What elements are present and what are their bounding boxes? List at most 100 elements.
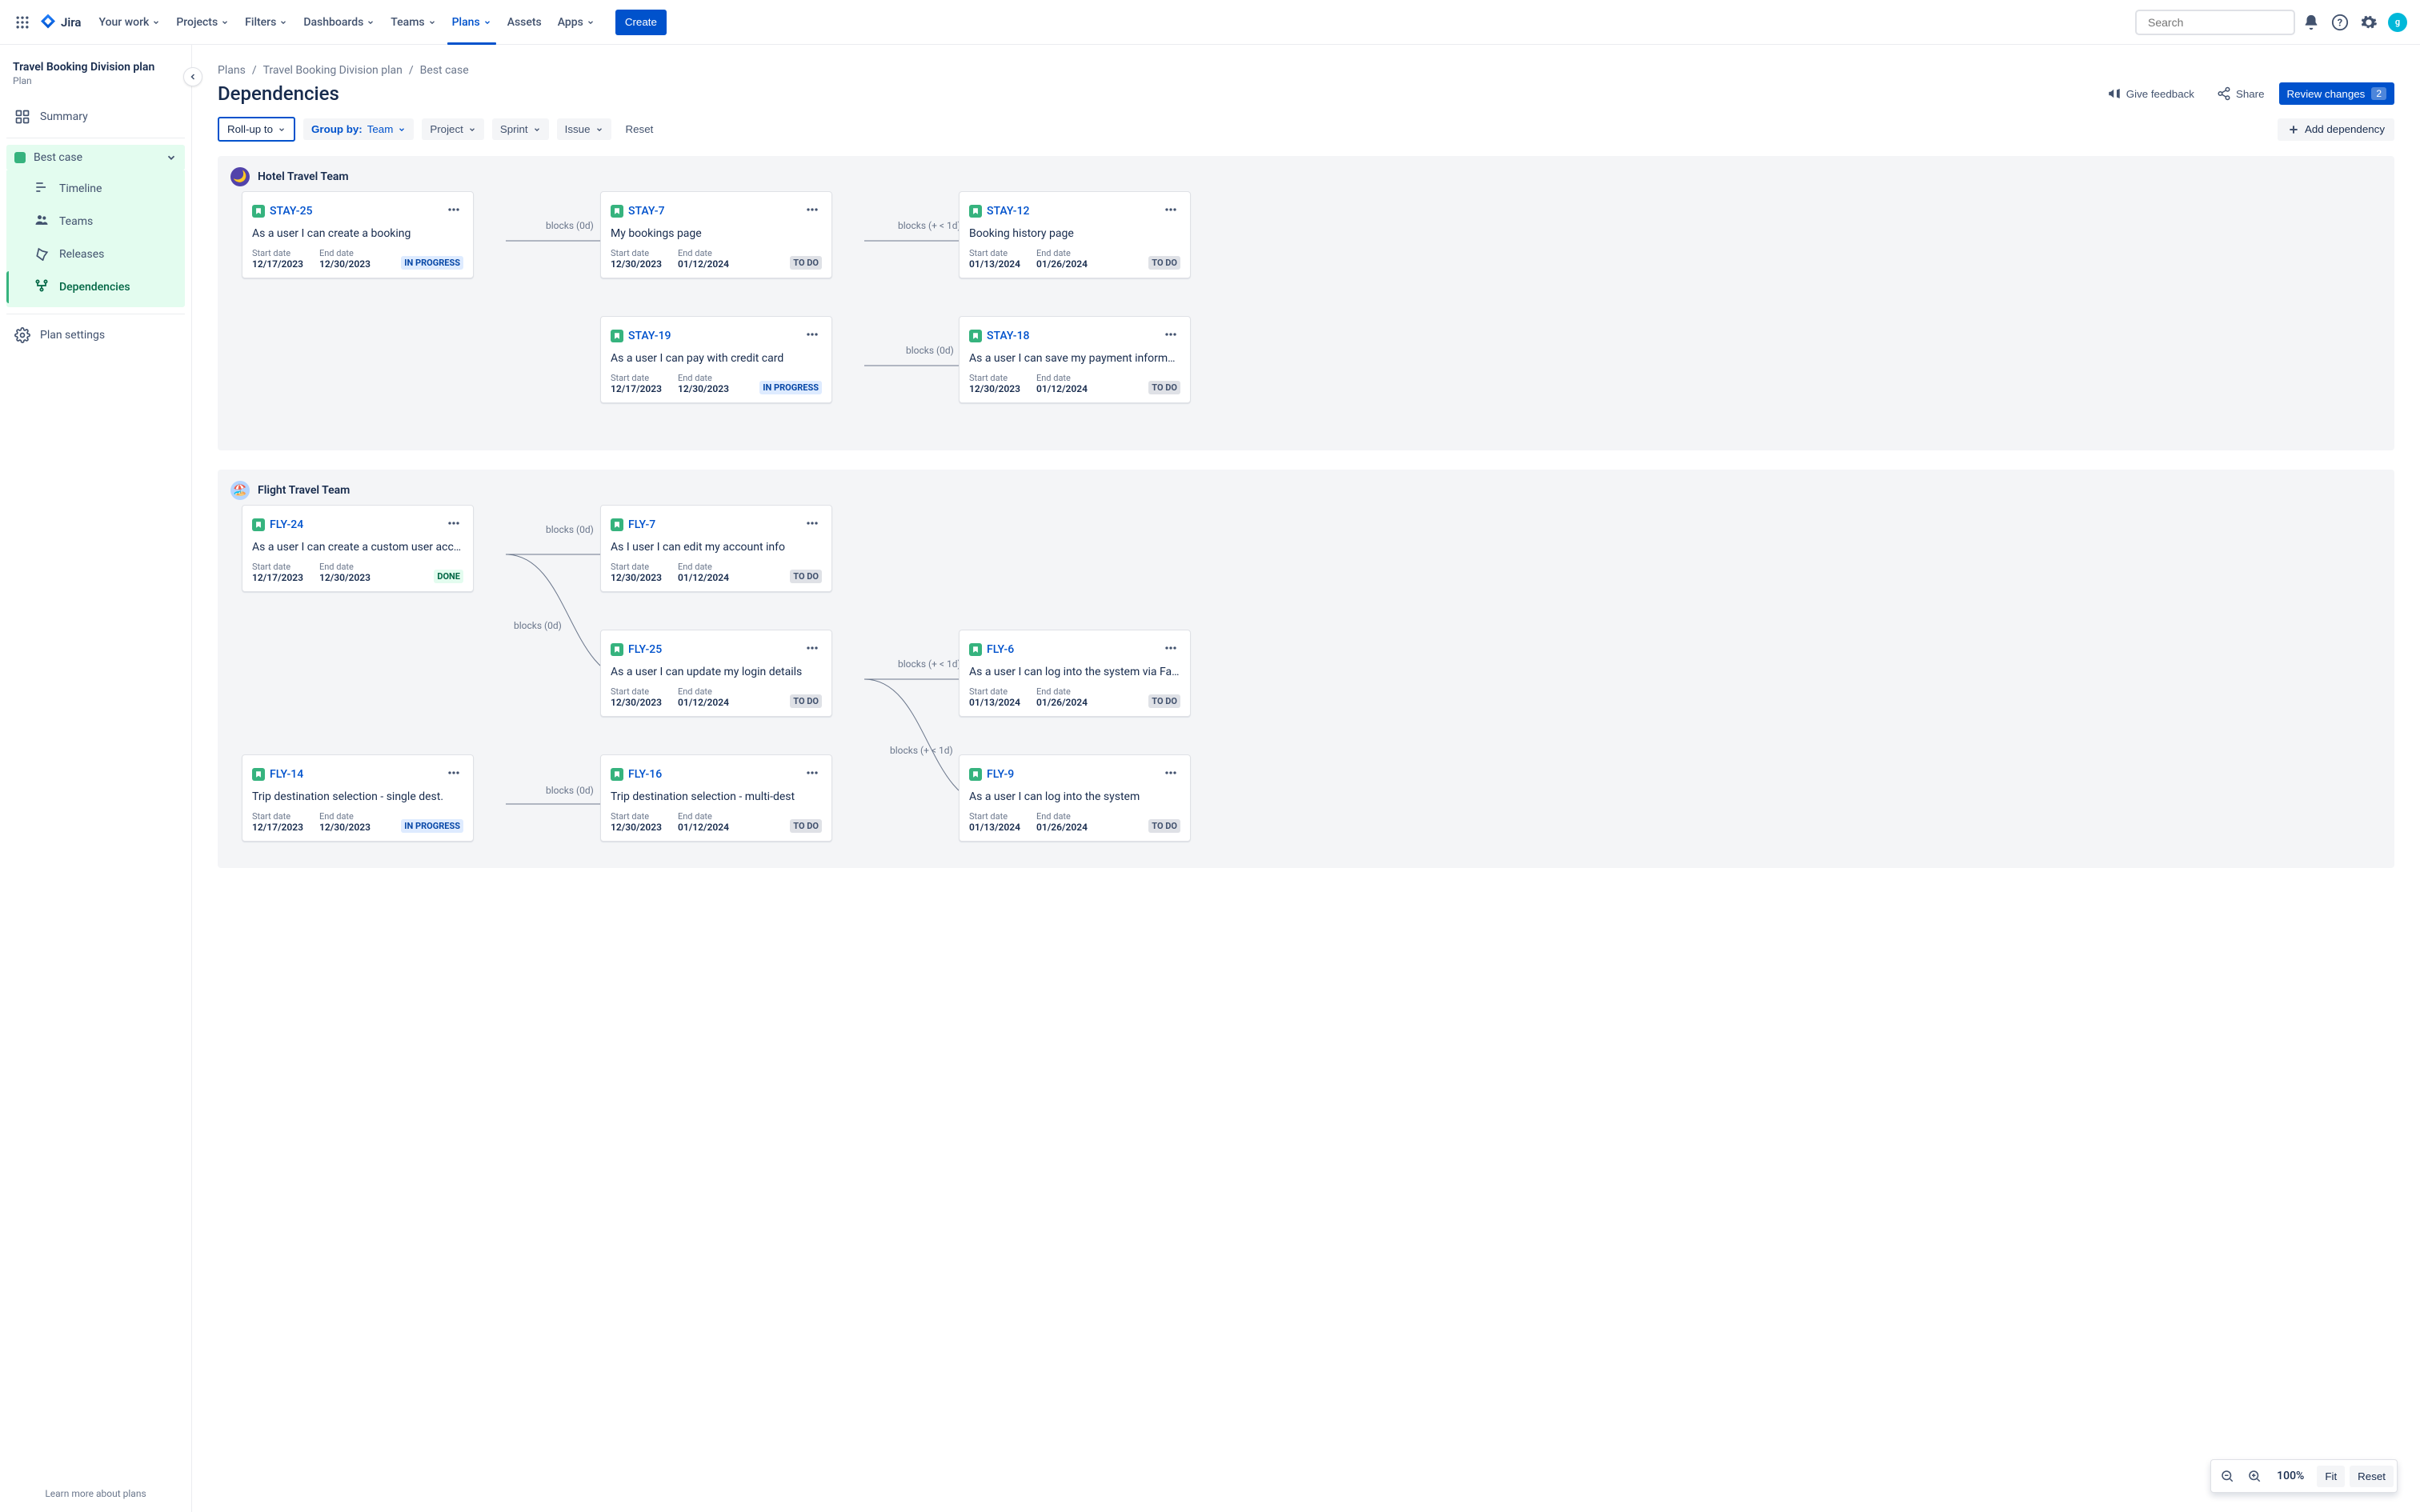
issue-card[interactable]: STAY-18As a user I can save my payment i… — [959, 316, 1191, 403]
issue-card[interactable]: FLY-14Trip destination selection - singl… — [242, 754, 474, 842]
card-menu-button[interactable] — [803, 638, 822, 661]
user-avatar[interactable]: g — [2385, 10, 2410, 35]
group-by-filter[interactable]: Group by: Team — [303, 118, 414, 140]
card-menu-button[interactable] — [1161, 200, 1180, 222]
nav-item-teams[interactable]: Teams — [384, 10, 442, 35]
app-switcher-icon[interactable] — [10, 10, 35, 35]
end-date-label: End date — [678, 562, 729, 572]
end-date-value: 01/12/2024 — [678, 822, 729, 833]
breadcrumb-link[interactable]: Best case — [420, 64, 469, 77]
issue-key-link[interactable]: FLY-6 — [987, 643, 1014, 656]
share-button[interactable]: Share — [2209, 82, 2273, 106]
review-changes-button[interactable]: Review changes 2 — [2279, 82, 2394, 105]
sidebar-collapse-button[interactable] — [183, 67, 202, 86]
nav-item-your-work[interactable]: Your work — [92, 10, 166, 35]
issue-card[interactable]: STAY-19As a user I can pay with credit c… — [600, 316, 832, 403]
issue-key-link[interactable]: STAY-25 — [270, 205, 312, 218]
issue-card[interactable]: FLY-16 Trip destination selection - multi… — [600, 754, 832, 842]
breadcrumb-link[interactable]: Plans — [218, 64, 246, 77]
rollup-filter[interactable]: Roll-up to — [218, 117, 295, 142]
story-icon — [969, 643, 982, 656]
more-icon — [1163, 765, 1179, 781]
issue-card[interactable]: STAY-25As a user I can create a bookingS… — [242, 191, 474, 278]
review-count-badge: 2 — [2371, 87, 2386, 100]
sidebar-item-summary[interactable]: Summary — [6, 102, 185, 131]
sidebar-scenario-header[interactable]: Best case — [6, 145, 185, 170]
issue-filter[interactable]: Issue — [557, 118, 611, 140]
issue-key-link[interactable]: FLY-16 — [628, 768, 662, 781]
create-button[interactable]: Create — [615, 10, 667, 35]
issue-card[interactable]: FLY-25 As a user I can update my login de… — [600, 630, 832, 717]
nav-item-dashboards[interactable]: Dashboards — [297, 10, 381, 35]
nav-item-filters[interactable]: Filters — [238, 10, 294, 35]
more-icon — [804, 326, 820, 342]
issue-card[interactable]: FLY-7As I user I can edit my account inf… — [600, 505, 832, 592]
issue-key-link[interactable]: FLY-7 — [628, 518, 655, 531]
issue-card[interactable]: STAY-12Booking history pageStart date01/… — [959, 191, 1191, 278]
card-menu-button[interactable] — [1161, 763, 1180, 786]
issue-card[interactable]: FLY-24As a user I can create a custom us… — [242, 505, 474, 592]
nav-item-apps[interactable]: Apps — [551, 10, 601, 35]
start-date-value: 01/13/2024 — [969, 258, 1020, 270]
status-badge: IN PROGRESS — [759, 381, 822, 394]
sidebar-item-plan-settings[interactable]: Plan settings — [6, 321, 185, 350]
chevron-down-icon — [483, 18, 491, 26]
dependencies-canvas[interactable]: 🌙Hotel Travel Teamblocks (0d)blocks (+ <… — [218, 156, 2394, 1512]
search-box[interactable] — [2135, 10, 2295, 35]
card-menu-button[interactable] — [803, 200, 822, 222]
card-menu-button[interactable] — [444, 763, 463, 786]
start-date-value: 12/30/2023 — [611, 258, 662, 270]
card-menu-button[interactable] — [444, 200, 463, 222]
issue-card[interactable]: STAY-7My bookings pageStart date12/30/20… — [600, 191, 832, 278]
team-name: Hotel Travel Team — [258, 170, 349, 183]
issue-summary: Trip destination selection - multi-dest — [611, 790, 822, 803]
card-menu-button[interactable] — [803, 325, 822, 347]
page-title: Dependencies — [218, 82, 339, 105]
zoom-fit-button[interactable]: Fit — [2317, 1466, 2345, 1487]
releases-icon — [34, 245, 50, 264]
card-menu-button[interactable] — [1161, 325, 1180, 347]
notifications-icon[interactable] — [2298, 10, 2324, 35]
card-menu-button[interactable] — [1161, 638, 1180, 661]
reset-filters-button[interactable]: Reset — [619, 118, 660, 140]
add-dependency-button[interactable]: Add dependency — [2278, 118, 2394, 141]
sidebar-item-releases[interactable]: Releases — [6, 238, 185, 270]
logo-text: Jira — [61, 15, 81, 30]
help-icon[interactable]: ? — [2327, 10, 2353, 35]
sidebar-item-timeline[interactable]: Timeline — [6, 173, 185, 205]
sidebar-footer-link[interactable]: Learn more about plans — [0, 1488, 191, 1499]
project-filter[interactable]: Project — [422, 118, 483, 140]
sidebar-item-teams[interactable]: Teams — [6, 206, 185, 238]
issue-key-link[interactable]: FLY-25 — [628, 643, 662, 656]
card-menu-button[interactable] — [803, 514, 822, 536]
issue-key-link[interactable]: STAY-7 — [628, 205, 665, 218]
give-feedback-button[interactable]: Give feedback — [2099, 82, 2202, 106]
zoom-in-button[interactable] — [2242, 1463, 2267, 1489]
issue-key-link[interactable]: FLY-9 — [987, 768, 1014, 781]
issue-card[interactable]: FLY-9As a user I can log into the system… — [959, 754, 1191, 842]
sidebar-item-dependencies[interactable]: Dependencies — [6, 271, 185, 303]
search-input[interactable] — [2148, 16, 2293, 29]
end-date-label: End date — [678, 248, 729, 258]
nav-item-plans[interactable]: Plans — [446, 10, 498, 35]
card-menu-button[interactable] — [803, 763, 822, 786]
sprint-filter[interactable]: Sprint — [492, 118, 549, 140]
card-menu-button[interactable] — [444, 514, 463, 536]
issue-key-link[interactable]: STAY-19 — [628, 330, 671, 342]
issue-key-link[interactable]: STAY-18 — [987, 330, 1029, 342]
chevron-down-icon — [152, 18, 160, 26]
issue-key-link[interactable]: FLY-14 — [270, 768, 303, 781]
zoom-out-button[interactable] — [2214, 1463, 2240, 1489]
issue-key-link[interactable]: STAY-12 — [987, 205, 1029, 218]
settings-icon[interactable] — [2356, 10, 2382, 35]
nav-item-projects[interactable]: Projects — [170, 10, 235, 35]
breadcrumb-link[interactable]: Travel Booking Division plan — [263, 64, 403, 77]
issue-key-link[interactable]: FLY-24 — [270, 518, 303, 531]
dependencies-icon — [34, 278, 50, 297]
jira-logo[interactable]: Jira — [38, 13, 81, 32]
zoom-reset-button[interactable]: Reset — [2350, 1466, 2394, 1487]
nav-item-assets[interactable]: Assets — [501, 10, 548, 35]
end-date-label: End date — [678, 811, 729, 822]
issue-summary: As a user I can update my login details — [611, 666, 822, 678]
issue-card[interactable]: FLY-6As a user I can log into the system… — [959, 630, 1191, 717]
